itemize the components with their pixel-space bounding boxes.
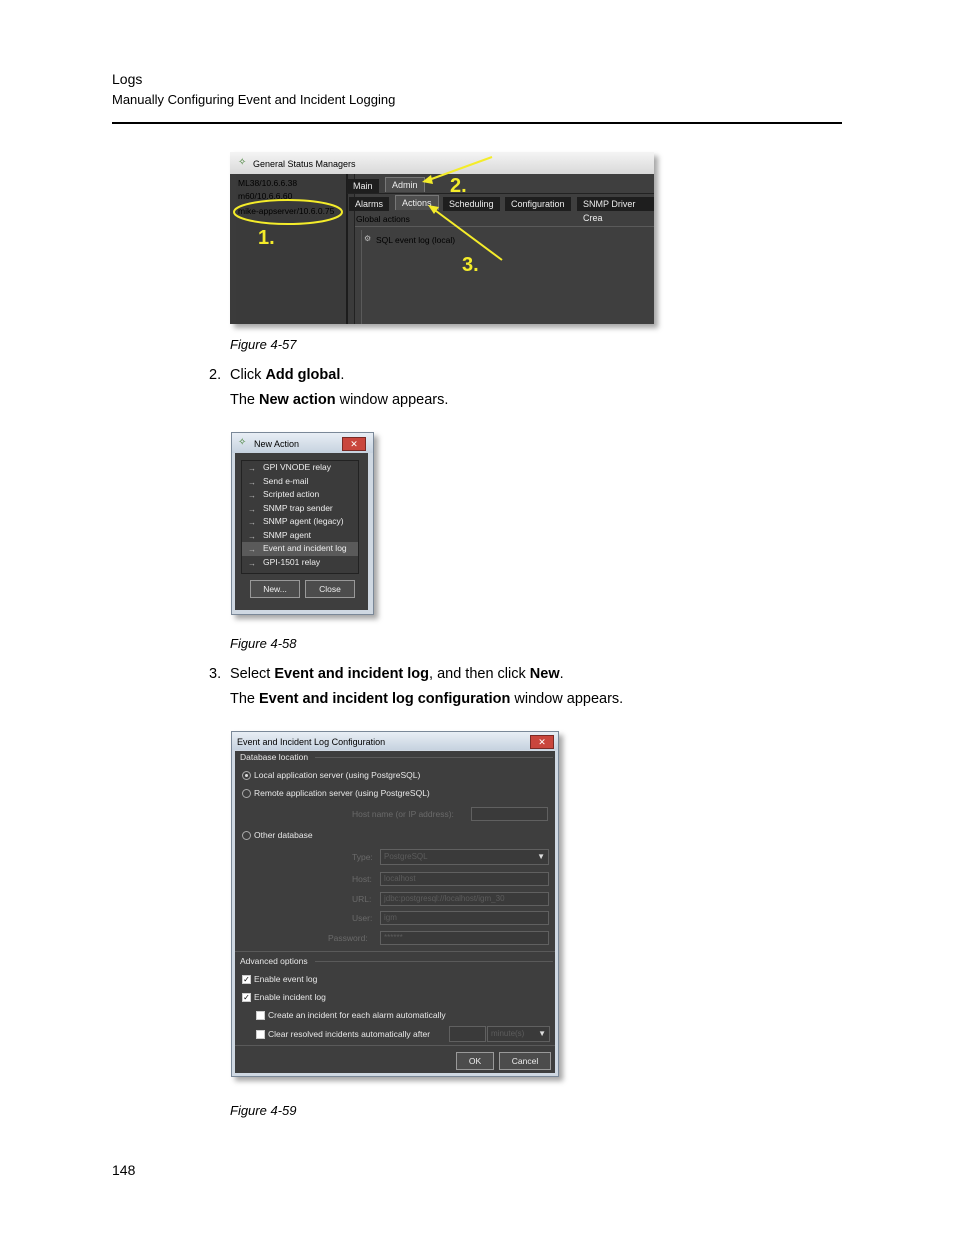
figure-4-58-new-action-dialog: ✧ New Action ✕ → GPI VNODE relay → Send e-… [231, 432, 374, 615]
list-item[interactable]: → GPI-1501 relay [242, 556, 358, 570]
group-label-database: Database location [240, 752, 309, 762]
annotation-overlay [233, 156, 503, 261]
radio-remote[interactable] [242, 789, 251, 798]
action-icon: → [248, 518, 256, 527]
type-label: Type: [352, 852, 373, 862]
action-type-list: → GPI VNODE relay → Send e-mail → Scripted … [241, 460, 359, 574]
section-divider [235, 1045, 555, 1046]
chevron-down-icon: ▼ [537, 852, 545, 861]
step-3-result: The Event and incident log configuration… [230, 691, 624, 707]
action-icon: → [248, 545, 256, 554]
page-number: 148 [112, 1162, 136, 1178]
password-field[interactable]: ****** [380, 931, 549, 945]
running-header-section: Logs [112, 71, 143, 87]
step-2-text: Click Add global. [230, 367, 345, 383]
group-label-advanced: Advanced options [240, 956, 308, 966]
section-divider [235, 951, 555, 952]
list-item[interactable]: → SNMP trap sender [242, 502, 358, 516]
close-icon[interactable]: ✕ [342, 437, 366, 451]
clear-resolved-checkbox[interactable] [256, 1030, 265, 1039]
action-icon: → [248, 531, 256, 541]
create-incident-checkbox[interactable] [256, 1011, 265, 1020]
list-item[interactable]: → GPI VNODE relay [242, 461, 358, 475]
dialog-title: Event and Incident Log Configuration [237, 737, 386, 747]
figure-4-57-screenshot: ✧ General Status Managers ML38/10.6.6.38… [230, 152, 654, 324]
time-unit-select[interactable]: minute(s) ▼ [487, 1026, 550, 1042]
app-icon: ✧ [238, 437, 247, 448]
url-label: URL: [352, 894, 372, 904]
action-icon: → [248, 491, 256, 500]
password-label: Password: [328, 933, 368, 943]
annotation-1: 1. [258, 227, 275, 249]
radio-local-label: Local application server (using PostgreS… [254, 770, 421, 780]
radio-remote-label: Remote application server (using Postgre… [254, 788, 430, 798]
step-number: 2. [209, 367, 222, 383]
list-item[interactable]: → Send e-mail [242, 475, 358, 489]
step-2-result: The New action window appears. [230, 392, 449, 408]
host-name-field[interactable] [471, 807, 548, 821]
enable-event-log-checkbox[interactable]: ✓ [242, 975, 251, 984]
annotation-3: 3. [462, 254, 479, 276]
enable-incident-log-checkbox[interactable]: ✓ [242, 993, 251, 1002]
list-item[interactable]: → Scripted action [242, 488, 358, 502]
type-select[interactable]: PostgreSQL ▼ [380, 849, 549, 865]
list-item-selected[interactable]: → Event and incident log [242, 542, 358, 556]
dialog-titlebar: Event and Incident Log Configuration ✕ [232, 732, 558, 750]
action-icon: → [248, 477, 256, 487]
chevron-down-icon: ▼ [538, 1029, 546, 1038]
enable-incident-log-label: Enable incident log [254, 992, 326, 1002]
url-field[interactable]: jdbc:postgresql://localhost/igm_30 [380, 892, 549, 906]
user-field[interactable]: igm [380, 911, 549, 925]
radio-other-label: Other database [254, 830, 313, 840]
action-icon: → [248, 558, 256, 568]
step-number: 3. [209, 666, 222, 682]
action-icon: → [248, 464, 256, 473]
ok-button[interactable]: OK [456, 1052, 494, 1070]
close-icon[interactable]: ✕ [530, 735, 554, 749]
header-rule [112, 122, 842, 124]
annotation-2: 2. [450, 175, 467, 197]
figure-4-59-log-config-dialog: Event and Incident Log Configuration ✕ D… [231, 731, 559, 1077]
group-divider [315, 757, 553, 758]
radio-other[interactable] [242, 831, 251, 840]
host-label: Host: [352, 874, 372, 884]
user-label: User: [352, 913, 373, 923]
clear-resolved-label: Clear resolved incidents automatically a… [268, 1029, 431, 1039]
new-button[interactable]: New... [250, 580, 300, 598]
dialog-titlebar: ✧ New Action ✕ [232, 433, 373, 453]
figure-caption: Figure 4-57 [230, 337, 297, 352]
dialog-body: Database location Local application serv… [235, 751, 555, 1073]
running-header-subsection: Manually Configuring Event and Incident … [112, 92, 396, 107]
host-field[interactable]: localhost [380, 872, 549, 886]
highlight-ellipse [233, 199, 343, 225]
clear-after-amount-field[interactable] [449, 1026, 486, 1042]
close-button[interactable]: Close [305, 580, 355, 598]
arrow-line-3 [431, 207, 503, 261]
cancel-button[interactable]: Cancel [499, 1052, 551, 1070]
action-icon: → [248, 504, 256, 514]
figure-caption: Figure 4-59 [230, 1103, 297, 1118]
radio-local[interactable] [242, 771, 251, 780]
host-name-label: Host name (or IP address): [352, 809, 454, 819]
arrow-head-2 [422, 175, 433, 184]
enable-event-log-label: Enable event log [254, 974, 318, 984]
list-item[interactable]: → SNMP agent (legacy) [242, 515, 358, 529]
figure-caption: Figure 4-58 [230, 636, 297, 651]
group-divider [315, 961, 553, 962]
dialog-title: New Action [254, 439, 300, 449]
step-3-text: Select Event and incident log, and then … [230, 666, 564, 682]
create-incident-label: Create an incident for each alarm automa… [268, 1010, 446, 1020]
list-item[interactable]: → SNMP agent [242, 529, 358, 543]
